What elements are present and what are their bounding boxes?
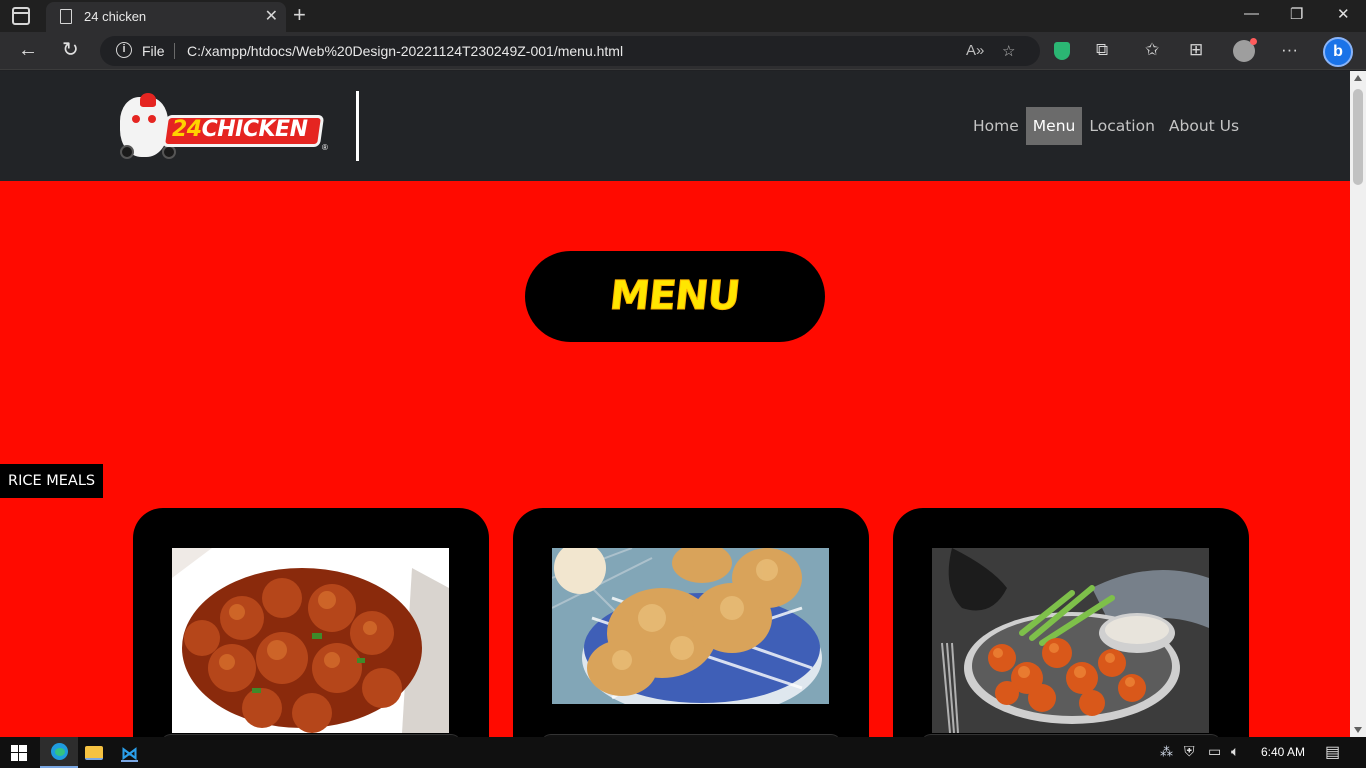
address-url[interactable]: C:/xampp/htdocs/Web%20Design-20221124T23…	[187, 43, 623, 59]
logo-word: CHICKEN	[201, 117, 308, 142]
logo-number: 24	[172, 117, 202, 142]
restore-icon[interactable]: ❐	[1290, 5, 1303, 23]
collections-icon[interactable]: ⊞	[1189, 41, 1203, 59]
nav-location-link[interactable]: Location	[1082, 107, 1162, 145]
mascot-wheel	[162, 145, 176, 159]
favorites-icon[interactable]: ✩	[1145, 41, 1159, 59]
taskbar: ⋈ ⁂ ⛨ ▭ 🔈︎ 6:40 AM ▤	[0, 737, 1366, 768]
fried-chicken-plate-image	[552, 548, 829, 704]
network-status-icon[interactable]: ⁂	[1160, 744, 1173, 760]
more-options-icon[interactable]: ···	[1281, 41, 1298, 59]
site-header: 24CHICKEN ® Home Menu Location About Us	[0, 71, 1350, 181]
page-icon	[60, 9, 72, 24]
mascot-wheel	[120, 145, 134, 159]
shield-extension-icon[interactable]	[1054, 42, 1070, 60]
new-tab-icon[interactable]: +	[293, 3, 306, 27]
mascot-eye	[148, 115, 156, 123]
taskbar-clock[interactable]: 6:40 AM	[1261, 745, 1305, 759]
browser-tab[interactable]: 24 chicken ✕	[46, 2, 286, 32]
tab-title: 24 chicken	[84, 9, 147, 24]
menu-heading-pill: MENU	[525, 251, 825, 342]
address-separator	[174, 43, 175, 59]
extensions-icon[interactable]: ⧉	[1096, 41, 1108, 59]
menu-card[interactable]	[513, 508, 869, 737]
display-icon[interactable]: ▭	[1208, 743, 1221, 760]
logo-wordmark: 24CHICKEN	[172, 117, 308, 142]
info-icon[interactable]: i	[116, 42, 132, 58]
back-icon[interactable]: ←	[18, 40, 38, 60]
section-label-rice-meals: RICE MEALS	[0, 464, 104, 498]
edge-taskbar-icon[interactable]	[40, 737, 78, 768]
bing-copilot-icon[interactable]: b	[1323, 37, 1353, 67]
nav-home-link[interactable]: Home	[966, 107, 1026, 145]
minimize-icon[interactable]: —	[1244, 5, 1259, 22]
browser-tab-strip: 24 chicken ✕ + — ❐ ✕	[0, 0, 1366, 32]
browser-toolbar: ← ↻ i File C:/xampp/htdocs/Web%20Design-…	[0, 32, 1366, 70]
page-scrollbar[interactable]	[1350, 71, 1366, 737]
security-icon[interactable]: ⛨	[1184, 743, 1195, 760]
volume-icon[interactable]: 🔈︎	[1231, 743, 1239, 760]
menu-card[interactable]	[893, 508, 1249, 737]
mascot-comb	[140, 93, 156, 107]
address-scheme-label: File	[142, 43, 165, 59]
menu-card[interactable]	[133, 508, 489, 737]
nav-about-us-link[interactable]: About Us	[1162, 107, 1246, 145]
close-window-icon[interactable]: ✕	[1337, 5, 1350, 23]
scroll-up-icon[interactable]	[1354, 75, 1362, 81]
add-favorite-icon[interactable]: ☆	[1002, 42, 1015, 60]
page-viewport: 24CHICKEN ® Home Menu Location About Us …	[0, 71, 1350, 737]
close-tab-icon[interactable]: ✕	[265, 6, 278, 26]
site-logo[interactable]: 24CHICKEN ®	[118, 93, 330, 161]
registered-mark: ®	[322, 143, 328, 152]
mascot-eye	[132, 115, 140, 123]
buffalo-wings-image	[932, 548, 1209, 733]
file-explorer-icon[interactable]	[85, 746, 103, 760]
read-aloud-icon[interactable]: A»	[966, 42, 984, 59]
scroll-thumb[interactable]	[1353, 89, 1363, 185]
profile-avatar-icon[interactable]	[1233, 38, 1257, 62]
glazed-chicken-box-image	[172, 548, 449, 733]
nav-menu-link[interactable]: Menu	[1025, 107, 1083, 145]
scroll-down-icon[interactable]	[1354, 727, 1362, 733]
notifications-icon[interactable]: ▤	[1325, 742, 1340, 762]
site-nav: Home Menu Location About Us	[966, 107, 1246, 145]
page-title: MENU	[608, 273, 743, 320]
address-bar[interactable]: i File C:/xampp/htdocs/Web%20Design-2022…	[100, 36, 1040, 66]
vscode-icon[interactable]: ⋈	[121, 745, 138, 762]
header-divider	[356, 91, 359, 161]
refresh-icon[interactable]: ↻	[62, 40, 79, 60]
tab-actions-icon[interactable]	[12, 7, 30, 25]
start-icon[interactable]	[11, 745, 27, 761]
